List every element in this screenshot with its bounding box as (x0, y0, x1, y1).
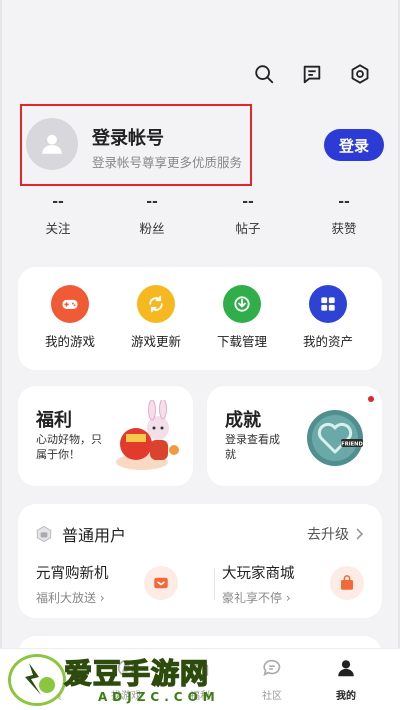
promo-title: 大玩家商城 (222, 566, 295, 582)
welfare-card[interactable]: 福利 心动好物，只属于你！ (18, 386, 193, 486)
stat-posts[interactable]: -- 帖子 (218, 194, 278, 237)
upgrade-link[interactable]: 去升级 (307, 524, 364, 544)
message-icon[interactable] (300, 62, 324, 86)
promo-new-phone[interactable]: 元宵购新机 福利大放送 › (36, 562, 109, 606)
membership-card: 普通用户 去升级 元宵购新机 福利大放送 › 大玩家商城 豪礼享不停 › (18, 504, 382, 618)
download-manager-button[interactable]: 下载管理 (202, 285, 282, 350)
stat-label: 帖子 (235, 221, 261, 236)
person-icon (338, 660, 354, 677)
refresh-icon (137, 285, 175, 323)
stat-follow[interactable]: -- 关注 (28, 194, 88, 237)
stat-value: -- (338, 194, 350, 210)
stat-value: -- (242, 194, 254, 210)
stat-likes[interactable]: -- 获赞 (314, 194, 374, 237)
stat-label: 粉丝 (139, 221, 165, 236)
welfare-desc: 心动好物，只属于你！ (36, 433, 102, 461)
promo-subtitle: 福利大放送 › (36, 591, 105, 605)
membership-header: 普通用户 (34, 522, 126, 546)
badge-text: FRIEND (341, 441, 363, 447)
quick-action-label: 下载管理 (216, 334, 267, 349)
top-toolbar (252, 62, 372, 86)
welfare-title: 福利 (36, 410, 72, 431)
site-watermark: 爱豆手游网 ADJZC.COM (6, 650, 256, 710)
quick-action-label: 游戏更新 (130, 334, 181, 349)
my-assets-button[interactable]: 我的资产 (288, 285, 368, 350)
game-updates-button[interactable]: 游戏更新 (116, 285, 196, 350)
stat-value: -- (146, 194, 158, 210)
membership-title: 普通用户 (62, 526, 127, 545)
stat-fans[interactable]: -- 粉丝 (122, 194, 182, 237)
gamepad-icon (51, 285, 89, 323)
quick-action-label: 我的资产 (302, 334, 353, 349)
avatar[interactable] (26, 118, 78, 170)
my-games-button[interactable]: 我的游戏 (30, 285, 110, 350)
stat-label: 获赞 (331, 221, 357, 236)
watermark-text: 爱豆手游网 (63, 656, 210, 691)
divider (214, 568, 215, 600)
tab-mine[interactable]: 我的 (316, 657, 376, 702)
notification-dot (368, 396, 374, 402)
bunny-illustration-icon (116, 400, 179, 470)
achievement-card[interactable]: 成就 登录查看成就 FRIEND (207, 386, 382, 486)
quick-actions-card: 我的游戏 游戏更新 下载管理 我的资产 (18, 267, 382, 370)
profile-subtitle: 登录帐号尊享更多优质服务 (92, 155, 243, 170)
promo-title: 元宵购新机 (36, 566, 109, 582)
quick-action-label: 我的游戏 (44, 334, 95, 349)
login-button[interactable]: 登录 (324, 129, 384, 161)
shopping-bag-icon (330, 566, 364, 600)
achievement-title: 成就 (225, 410, 261, 431)
friend-badge-icon: FRIEND (307, 410, 364, 466)
user-stats: -- 关注 -- 粉丝 -- 帖子 -- 获赞 (0, 194, 400, 240)
chevron-right-icon (356, 528, 364, 540)
stat-value: -- (52, 194, 64, 210)
settings-icon[interactable] (348, 62, 372, 86)
achievement-desc: 登录查看成就 (225, 433, 280, 461)
watermark-logo-icon (8, 654, 66, 706)
upgrade-label: 去升级 (307, 527, 349, 543)
chat-bubble-icon (263, 659, 281, 676)
grid-icon (309, 285, 347, 323)
login-profile-area[interactable]: 登录帐号 登录帐号尊享更多优质服务 (20, 104, 252, 186)
download-icon (223, 285, 261, 323)
profile-title: 登录帐号 (92, 128, 164, 149)
promo-subtitle: 豪礼享不停 › (222, 591, 291, 605)
tab-label: 我的 (336, 691, 356, 702)
stat-label: 关注 (45, 221, 71, 236)
member-level-icon (36, 525, 52, 543)
promo-player-mall[interactable]: 大玩家商城 豪礼享不停 › (222, 562, 295, 606)
watermark-url: ADJZC.COM (98, 690, 220, 704)
coupon-icon (144, 566, 178, 600)
search-icon[interactable] (252, 62, 276, 86)
